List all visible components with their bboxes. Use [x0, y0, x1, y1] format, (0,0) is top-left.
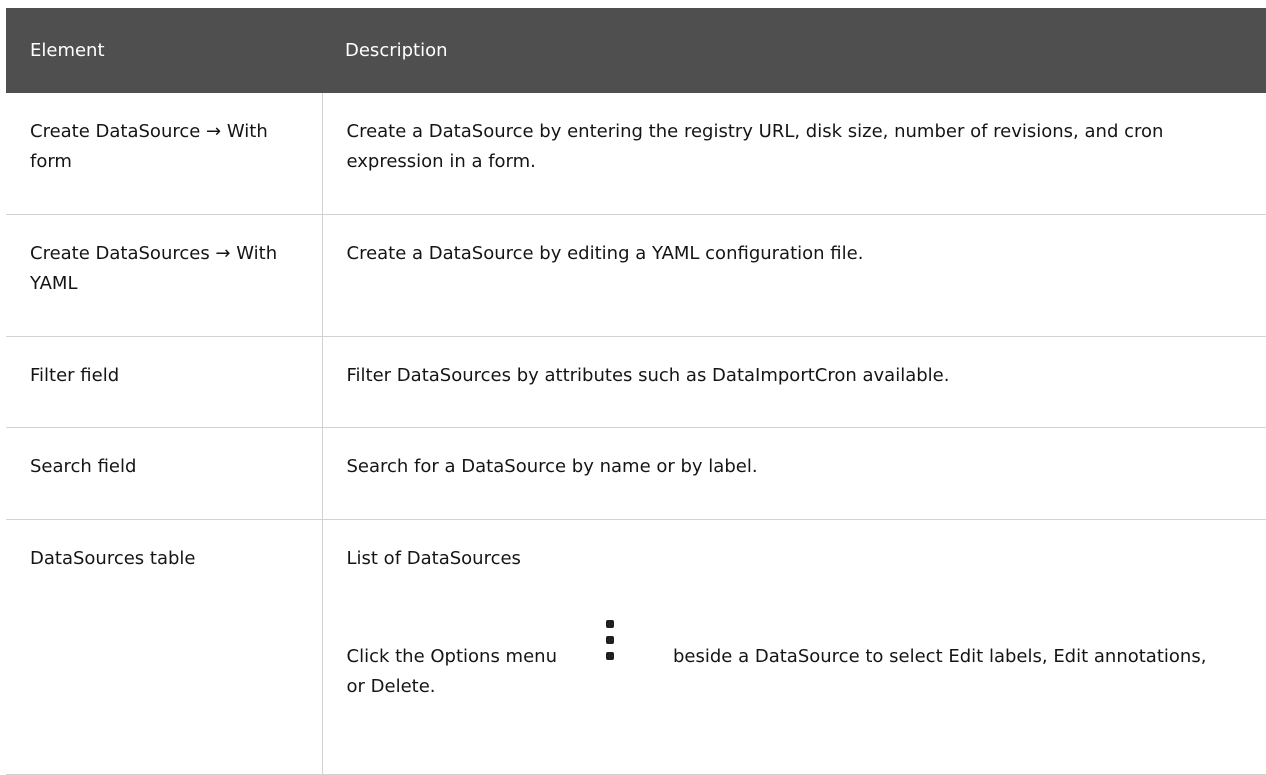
element-name: Create DataSources → With YAML — [30, 243, 278, 294]
options-prefix: Click the — [346, 646, 431, 667]
table-row: Create DataSource → With form Create a D… — [6, 93, 1266, 215]
header-row: Element Description — [6, 8, 1266, 93]
description-cell: List of DataSources Click the Options me… — [322, 519, 1266, 775]
table-row: Create DataSources → With YAML Create a … — [6, 214, 1266, 337]
element-name: Create DataSource → With form — [30, 121, 268, 172]
options-menu-label: Options — [430, 646, 500, 667]
options-instructions: Click the Options menu beside a DataSourc… — [346, 620, 1227, 702]
element-cell: Create DataSource → With form — [6, 93, 323, 215]
element-name: DataSources — [30, 548, 145, 569]
sentence-end: . — [429, 676, 436, 697]
table-row: Search field Search for a DataSource by … — [6, 427, 1266, 520]
element-cell: Filter field — [6, 336, 323, 428]
element-suffix: field — [74, 365, 120, 386]
table-header: Element Description — [6, 8, 1266, 93]
element-name: Filter — [30, 365, 75, 386]
element-cell: Create DataSources → With YAML — [6, 214, 323, 337]
table-row: DataSources table List of DataSources Cl… — [6, 519, 1266, 775]
edit-labels-label: Edit labels — [948, 646, 1042, 667]
description-cell: Filter DataSources by attributes such as… — [322, 336, 1266, 428]
header-description: Description — [322, 8, 1266, 93]
edit-annotations-label: Edit annotations — [1053, 646, 1201, 667]
options-suffix: beside a DataSource to select — [672, 646, 949, 667]
description-cell: Search for a DataSource by name or by la… — [322, 427, 1266, 520]
description-intro: List of DataSources — [346, 548, 521, 569]
table-row: Filter field Filter DataSources by attri… — [6, 336, 1266, 428]
delete-label: Delete — [370, 676, 430, 697]
datasources-ui-table: Element Description Create DataSource → … — [6, 8, 1266, 775]
header-element: Element — [6, 8, 322, 93]
element-suffix: table — [144, 548, 196, 569]
element-name: Search — [30, 456, 92, 477]
element-suffix: field — [91, 456, 137, 477]
element-cell: DataSources table — [6, 519, 323, 775]
element-cell: Search field — [6, 427, 323, 520]
kebab-icon — [603, 620, 617, 662]
description-cell: Create a DataSource by entering the regi… — [322, 93, 1266, 215]
options-menu-suffix: menu — [499, 646, 557, 667]
description-cell: Create a DataSource by editing a YAML co… — [322, 214, 1266, 337]
separator-1: , — [1041, 646, 1054, 667]
